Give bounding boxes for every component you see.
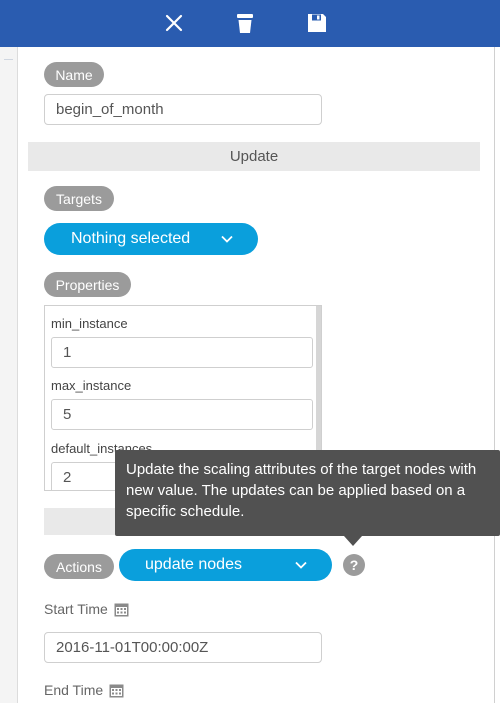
- trash-icon[interactable]: [233, 11, 257, 35]
- end-time-label: End Time: [44, 682, 104, 698]
- panel-border: [494, 47, 495, 703]
- close-icon[interactable]: [162, 11, 186, 35]
- section-header-update: Update: [28, 142, 480, 171]
- targets-dropdown-value: Nothing selected: [71, 230, 191, 247]
- name-input[interactable]: begin_of_month: [44, 94, 322, 125]
- name-label: Name: [44, 62, 104, 87]
- property-input-max-instance[interactable]: 5: [51, 399, 313, 430]
- actions-dropdown[interactable]: update nodes: [119, 549, 332, 581]
- tooltip-arrow: [344, 536, 362, 546]
- properties-label: Properties: [44, 272, 131, 297]
- left-panel-edge: [0, 47, 18, 703]
- targets-label: Targets: [44, 186, 114, 211]
- start-time-label: Start Time: [44, 601, 108, 617]
- help-icon[interactable]: ?: [343, 554, 365, 576]
- section-band: [44, 508, 124, 535]
- property-label-min-instance: min_instance: [51, 316, 128, 331]
- property-label-max-instance: max_instance: [51, 378, 132, 393]
- calendar-icon[interactable]: [114, 602, 129, 617]
- chevron-down-icon: [221, 235, 233, 243]
- action-tooltip: Update the scaling attributes of the tar…: [115, 450, 500, 536]
- actions-dropdown-value: update nodes: [145, 556, 242, 573]
- chevron-down-icon: [295, 561, 307, 569]
- targets-dropdown[interactable]: Nothing selected: [44, 223, 258, 255]
- start-time-field-label: Start Time: [44, 601, 129, 617]
- calendar-icon[interactable]: [109, 683, 124, 698]
- start-time-input[interactable]: 2016-11-01T00:00:00Z: [44, 632, 322, 663]
- actions-label: Actions: [44, 554, 114, 579]
- end-time-field-label: End Time: [44, 682, 124, 698]
- property-input-min-instance[interactable]: 1: [51, 337, 313, 368]
- save-icon[interactable]: [305, 11, 329, 35]
- toolbar: [0, 0, 500, 47]
